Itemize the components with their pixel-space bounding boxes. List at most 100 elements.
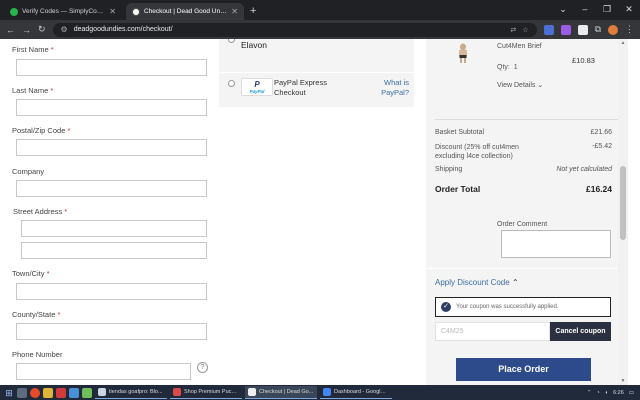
county-state-label: County/State * xyxy=(12,310,61,319)
window-thumb-icon xyxy=(248,388,256,396)
window-thumb-icon xyxy=(98,388,106,396)
scrollbar-thumb[interactable] xyxy=(620,166,626,240)
tray-chevron-icon[interactable]: ⌃ xyxy=(587,390,592,396)
company-input[interactable] xyxy=(16,180,207,197)
extension-icon[interactable] xyxy=(543,24,554,35)
notifications-icon[interactable]: ▭ xyxy=(629,390,634,396)
elavon-radio[interactable] xyxy=(228,39,235,43)
payment-methods: Elavon P PayPal PayPal Express Checkout … xyxy=(219,39,414,107)
system-tray: ⌃ ◔ ◖ 6:26 ▭ xyxy=(587,390,640,396)
tab-title: Verify Codes — SimplyCodes xyxy=(22,8,106,15)
taskbar-app[interactable]: Dashboard - Google ... xyxy=(320,386,392,399)
forward-icon[interactable]: → xyxy=(22,25,31,35)
address-toolbar: ← → ↻ ⚙ deadgoodundies.com/checkout/ ⇄ ☆… xyxy=(0,20,640,39)
chevron-down-icon: ⌄ xyxy=(537,82,544,89)
company-label: Company xyxy=(12,167,45,176)
phone-number-label: Phone Number xyxy=(12,350,63,359)
reload-icon[interactable]: ↻ xyxy=(38,24,46,35)
browser-tab-bar: Verify Codes — SimplyCodes ✕ Checkout | … xyxy=(0,0,640,20)
divider xyxy=(435,119,619,120)
cancel-coupon-button[interactable]: Cancel coupon xyxy=(550,322,611,341)
checkmark-icon: ✓ xyxy=(441,302,451,312)
first-name-label: First Name * xyxy=(12,45,54,54)
new-tab-button[interactable]: + xyxy=(250,3,256,20)
last-name-label: Last Name * xyxy=(12,86,54,95)
app-icon[interactable] xyxy=(69,387,79,398)
order-summary: Cut4Men Brief £10.83 Qty: 1 View Details… xyxy=(426,39,628,385)
chrome-icon[interactable] xyxy=(30,387,40,398)
subtotal-value: £21.66 xyxy=(590,129,612,136)
paypal-express-label: PayPal Express Checkout xyxy=(274,78,327,97)
page-scrollbar[interactable]: ▲ ▼ xyxy=(618,39,628,385)
shipping-label: Shipping xyxy=(435,166,463,173)
postal-code-input[interactable] xyxy=(16,139,207,156)
menu-kebab-icon[interactable]: ⋮ xyxy=(625,24,634,35)
chevron-up-icon: ⌃ xyxy=(511,278,519,287)
extension-icon[interactable] xyxy=(560,24,571,35)
app-icon[interactable] xyxy=(82,387,92,398)
volume-icon[interactable]: ◖ xyxy=(605,390,608,396)
maximize-icon[interactable]: ❐ xyxy=(596,0,618,20)
extensions-puzzle-icon[interactable]: ⧉ xyxy=(595,24,601,35)
tab-verify-codes[interactable]: Verify Codes — SimplyCodes ✕ xyxy=(4,3,122,20)
minimize-icon[interactable]: – xyxy=(574,0,596,20)
discount-label: Discount (25% off cut4men excluding l4ce… xyxy=(435,144,519,160)
site-info-icon[interactable]: ⚙ xyxy=(61,25,68,34)
what-is-paypal-link[interactable]: What is PayPal? xyxy=(375,78,409,98)
close-tab-icon[interactable]: ✕ xyxy=(231,7,238,16)
close-window-icon[interactable]: ✕ xyxy=(618,0,640,20)
county-state-input[interactable] xyxy=(16,323,207,340)
translate-icon[interactable]: ⇄ xyxy=(510,26,516,34)
app-icon[interactable] xyxy=(56,387,66,398)
paypal-logo: P PayPal xyxy=(241,78,273,96)
deadgoodundies-favicon-icon xyxy=(132,7,140,16)
town-city-label: Town/City * xyxy=(12,269,50,278)
order-comment-textarea[interactable] xyxy=(501,230,611,258)
window-thumb-icon xyxy=(323,388,331,396)
last-name-input[interactable] xyxy=(16,99,207,116)
taskbar: ⊞ tiendas goafpro: Blo... Shop Premium P… xyxy=(0,385,640,400)
task-view-icon[interactable] xyxy=(17,387,27,398)
back-icon[interactable]: ← xyxy=(6,25,15,35)
taskbar-app-active[interactable]: Checkout | Dead Go... xyxy=(245,386,317,399)
tab-checkout[interactable]: Checkout | Dead Good Undies ✕ xyxy=(126,3,244,20)
close-tab-icon[interactable]: ✕ xyxy=(109,7,116,16)
scroll-down-icon[interactable]: ▼ xyxy=(618,377,628,385)
paypal-p-icon: P xyxy=(254,79,260,89)
window-controls: ⌄ – ❐ ✕ xyxy=(552,0,640,20)
omnibox[interactable]: ⚙ deadgoodundies.com/checkout/ ⇄ ☆ xyxy=(52,22,537,37)
order-total-value: £16.24 xyxy=(586,184,612,194)
view-details-toggle[interactable]: View Details ⌄ xyxy=(497,81,543,89)
discount-code-input[interactable]: C4M25 xyxy=(435,322,550,341)
product-price: £10.83 xyxy=(572,56,595,65)
phone-help-icon[interactable]: ? xyxy=(197,362,208,373)
town-city-input[interactable] xyxy=(16,283,207,300)
profile-avatar-icon[interactable] xyxy=(608,24,618,35)
elavon-label: Elavon xyxy=(241,40,267,50)
place-order-button[interactable]: Place Order xyxy=(456,358,591,381)
bookmark-star-icon[interactable]: ☆ xyxy=(522,26,528,34)
windows-start-icon[interactable]: ⊞ xyxy=(4,388,14,398)
divider xyxy=(426,268,618,269)
network-icon[interactable]: ◔ xyxy=(596,390,599,396)
file-explorer-icon[interactable] xyxy=(43,387,53,398)
street-address-line1-input[interactable] xyxy=(21,220,207,237)
taskbar-app[interactable]: Shop Premium Puck ... xyxy=(170,386,242,399)
phone-number-input[interactable] xyxy=(16,363,191,380)
street-address-line2-input[interactable] xyxy=(21,242,207,259)
shipping-value: Not yet calculated xyxy=(556,166,612,173)
scroll-up-icon[interactable]: ▲ xyxy=(618,39,628,47)
clock[interactable]: 6:26 xyxy=(613,390,624,396)
discount-value: -£5.42 xyxy=(592,143,612,150)
apply-discount-toggle[interactable]: Apply Discount Code ⌃ xyxy=(435,278,519,287)
subtotal-label: Basket Subtotal xyxy=(435,129,485,136)
tab-search-icon[interactable]: ⌄ xyxy=(552,0,574,20)
extension-icon[interactable] xyxy=(577,24,588,35)
quantity: Qty: 1 xyxy=(497,64,518,71)
postal-code-label: Postal/Zip Code * xyxy=(12,126,71,135)
coupon-success-message: ✓ Your coupon was successfully applied. xyxy=(435,297,611,317)
first-name-input[interactable] xyxy=(16,59,207,76)
paypal-radio[interactable] xyxy=(228,80,235,87)
payment-divider xyxy=(219,72,414,73)
taskbar-app[interactable]: tiendas goafpro: Blo... xyxy=(95,386,167,399)
